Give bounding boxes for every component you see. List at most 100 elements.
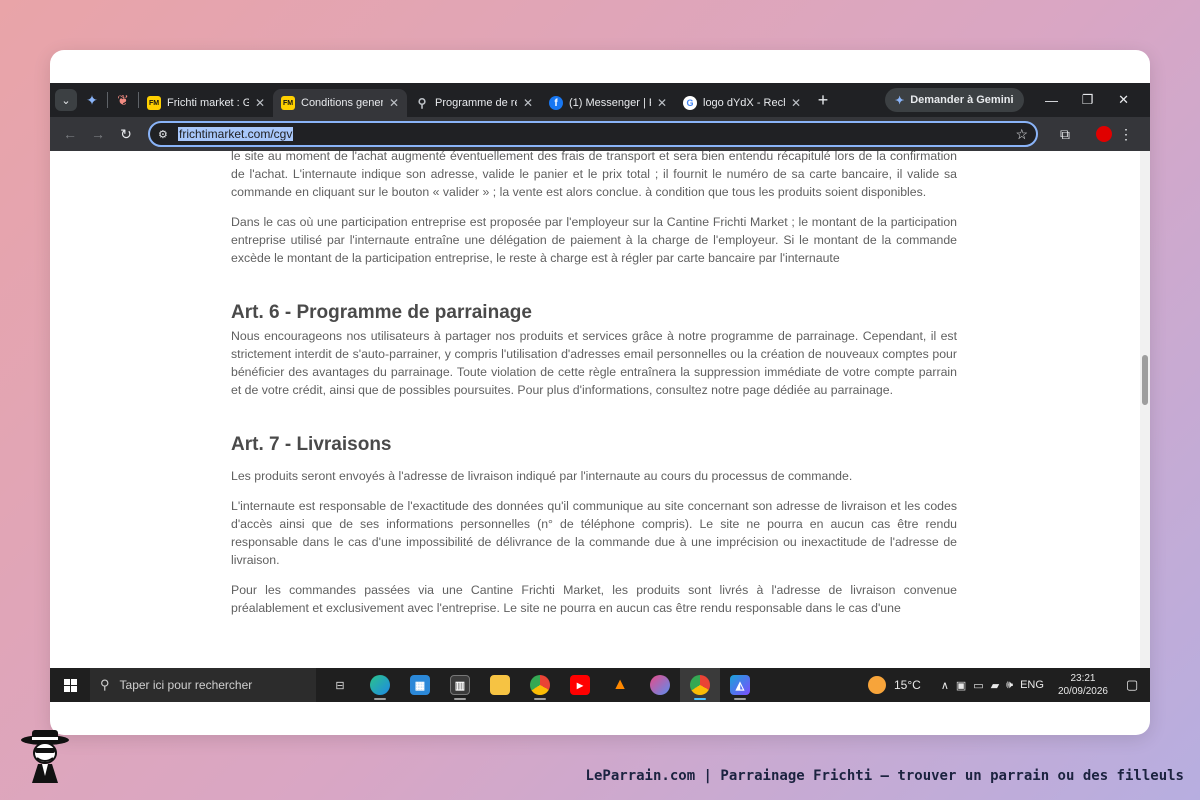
paragraph-referral: Nous encourageons nos utilisateurs à par… (231, 329, 957, 397)
meet-icon[interactable]: ▣ (956, 679, 966, 692)
address-bar[interactable]: ⚙ frichtimarket.com/cgv ☆ (148, 121, 1038, 147)
notification-icon: ▢ (1126, 677, 1139, 692)
tab-title: Frichti market : Go (167, 97, 249, 109)
file-explorer-app[interactable] (480, 668, 520, 702)
weather-widget[interactable]: 15°C (868, 676, 921, 694)
paint-icon (650, 675, 670, 695)
battery-icon[interactable]: ▰ (991, 679, 999, 692)
close-window-button[interactable]: ✕ (1106, 92, 1142, 108)
tab-conditions-generales[interactable]: FM Conditions genera ✕ (273, 89, 407, 117)
screenshot-card: ⌄ ✦ ❦ FM Frichti market : Go ✕ FM Condit… (50, 50, 1150, 735)
minimize-button[interactable]: — (1034, 93, 1070, 108)
paragraph-delivery-responsibility: L'internaute est responsable de l'exacti… (231, 499, 957, 567)
pinned-tab-gemini[interactable]: ✦ (77, 83, 107, 117)
tab-frichti-market[interactable]: FM Frichti market : Go ✕ (139, 89, 273, 117)
close-icon[interactable]: ✕ (523, 96, 533, 110)
chevron-down-icon: ⌄ (61, 94, 71, 107)
feather-icon: ❦ (117, 91, 129, 108)
forward-button[interactable]: → (84, 126, 112, 142)
pinned-tab-extension[interactable]: ❦ (108, 83, 138, 117)
close-icon: ✕ (1118, 92, 1129, 107)
restore-button[interactable]: ❐ (1070, 92, 1106, 108)
reload-button[interactable]: ↻ (112, 126, 140, 143)
back-button[interactable]: ← (56, 126, 84, 142)
volume-icon[interactable]: 🕪 (1006, 679, 1013, 692)
taskbar-search[interactable]: ⚲ Taper ici pour rechercher (90, 668, 316, 702)
heading-art7: Art. 7 - Livraisons (231, 434, 392, 455)
profile-avatar[interactable] (1096, 126, 1112, 142)
tab-search-button[interactable]: ⌄ (55, 89, 77, 111)
chrome-app[interactable] (520, 668, 560, 702)
page-scrollbar[interactable] (1140, 151, 1150, 668)
more-vertical-icon: ⋮ (1119, 125, 1133, 142)
menu-button[interactable]: ⋮ (1112, 126, 1140, 143)
gemini-icon: ✦ (895, 94, 905, 107)
browser-toolbar: ← → ↻ ⚙ frichtimarket.com/cgv ☆ ⧉ ⋮ (50, 117, 1150, 151)
dark-app[interactable]: ▥ (440, 668, 480, 702)
close-icon[interactable]: ✕ (255, 96, 265, 110)
edge-app[interactable] (360, 668, 400, 702)
bookmark-star-icon[interactable]: ☆ (1015, 126, 1028, 143)
paragraph-delivery-address: Les produits seront envoyés à l'adresse … (231, 469, 853, 483)
store-app[interactable]: ▦ (400, 668, 440, 702)
new-tab-button[interactable]: + (809, 90, 837, 111)
ask-gemini-label: Demander à Gemini (910, 94, 1014, 106)
tab-programme-referral[interactable]: ⚲ Programme de réf ✕ (407, 89, 541, 117)
taskbar-search-placeholder: Taper ici pour rechercher (119, 678, 253, 692)
frichti-favicon-icon: FM (281, 96, 295, 110)
paragraph-cantine-delivery: Pour les commandes passées via une Canti… (231, 583, 957, 615)
plus-icon: + (817, 89, 829, 110)
extensions-button[interactable]: ⧉ (1046, 126, 1084, 143)
scrollbar-thumb[interactable] (1142, 355, 1148, 405)
tab-title: Programme de réf (435, 97, 517, 109)
ask-gemini-button[interactable]: ✦ Demander à Gemini (885, 88, 1024, 112)
puzzle-icon: ⧉ (1060, 125, 1070, 142)
youtube-app[interactable]: ▶ (560, 668, 600, 702)
task-view-icon: ⊟ (335, 679, 345, 692)
reload-icon: ↻ (120, 125, 132, 142)
google-icon: G (683, 96, 697, 110)
display-icon[interactable]: ▭ (973, 679, 983, 692)
task-view-button[interactable]: ⊟ (320, 668, 360, 702)
paragraph-purchase: le site au moment de l'achat augmenté év… (231, 151, 957, 199)
chevron-up-icon[interactable]: ∧ (941, 679, 949, 692)
minimize-icon: — (1045, 92, 1059, 108)
vlc-icon: ▲ (612, 676, 628, 693)
frichti-favicon-icon: FM (147, 96, 161, 110)
tab-title: Conditions genera (301, 97, 383, 109)
tab-title: (1) Messenger | Fa (569, 97, 651, 109)
web-page: le site au moment de l'achat augmenté év… (50, 151, 1140, 668)
close-icon[interactable]: ✕ (389, 96, 399, 110)
notifications-button[interactable]: ▢ (1126, 677, 1138, 693)
clock-date: 20/09/2026 (1057, 686, 1108, 697)
app-icon: ▥ (450, 675, 470, 695)
tab-title: logo dYdX - Reche (703, 97, 785, 109)
desktop-screen: ⌄ ✦ ❦ FM Frichti market : Go ✕ FM Condit… (50, 83, 1150, 702)
restore-icon: ❐ (1081, 92, 1094, 107)
arrow-right-icon: → (91, 126, 105, 142)
paragraph-company-participation: Dans le cas où une participation entrepr… (231, 215, 957, 265)
close-icon[interactable]: ✕ (791, 96, 801, 110)
language-indicator[interactable]: ENG (1020, 679, 1044, 691)
windows-taskbar: ⚲ Taper ici pour rechercher ⊟ ▦ ▥ ▶ ▲ ◭ … (50, 668, 1150, 702)
mascot-logo-icon (21, 730, 69, 783)
other-app[interactable]: ◭ (720, 668, 760, 702)
start-button[interactable] (50, 678, 90, 692)
windows-icon (63, 678, 77, 692)
close-icon[interactable]: ✕ (657, 96, 667, 110)
brand-caption: LeParrain.com | Parrainage Frichti — tro… (585, 768, 1184, 784)
edge-icon (370, 675, 390, 695)
clock-time: 23:21 (1070, 673, 1096, 684)
clock[interactable]: 23:21 20/09/2026 (1058, 672, 1108, 698)
site-info-icon[interactable]: ⚙ (158, 128, 178, 141)
gemini-icon: ✦ (86, 91, 98, 108)
search-icon: ⚲ (100, 677, 110, 692)
tab-google-search[interactable]: G logo dYdX - Reche ✕ (675, 89, 809, 117)
vlc-app[interactable]: ▲ (600, 668, 640, 702)
weather-icon (868, 676, 886, 694)
url-text[interactable]: frichtimarket.com/cgv (178, 127, 294, 141)
paint-app[interactable] (640, 668, 680, 702)
tab-messenger[interactable]: f (1) Messenger | Fa ✕ (541, 89, 675, 117)
folder-icon (490, 675, 510, 695)
chrome-active-app[interactable] (680, 668, 720, 702)
